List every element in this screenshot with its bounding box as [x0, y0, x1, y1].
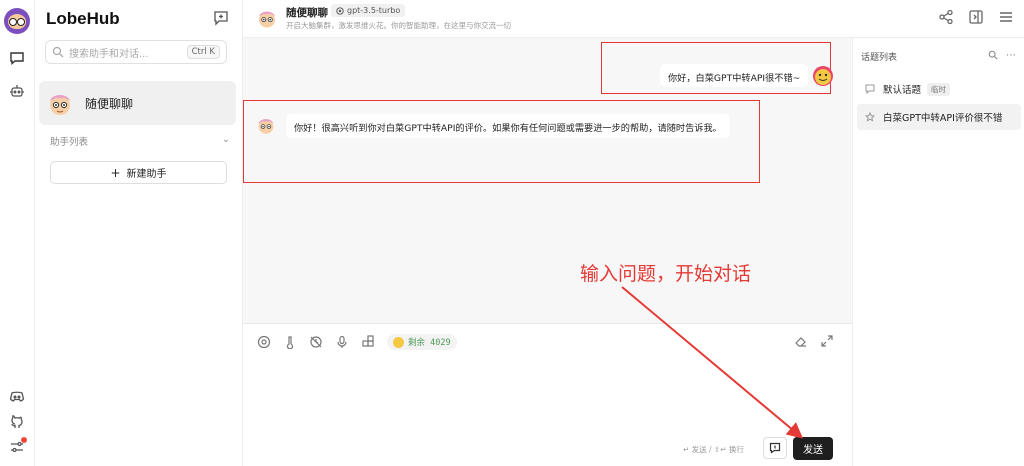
message-icon: [769, 442, 781, 454]
model-settings-icon[interactable]: [257, 335, 271, 349]
topics-title: 话题列表: [861, 53, 898, 63]
new-assistant-button[interactable]: + 新建助手: [50, 161, 227, 184]
menu-icon[interactable]: [998, 9, 1014, 25]
eraser-icon[interactable]: [794, 334, 808, 348]
github-icon[interactable]: [6, 411, 28, 433]
assistant-message-avatar-icon: [258, 119, 274, 134]
session-sidebar: LobeHub 搜索助手和对话... Ctrl K 随便聊聊 助手列表 ⌄ + …: [35, 0, 243, 466]
microphone-icon[interactable]: [335, 335, 349, 349]
star-icon[interactable]: [865, 112, 875, 122]
smile-icon: [393, 336, 404, 348]
input-toolbar: 剩余 4029: [257, 334, 457, 350]
topics-tools: ⋯: [988, 50, 1016, 63]
panel-toggle-icon[interactable]: [968, 9, 984, 25]
temporary-tag: 临时: [927, 82, 951, 96]
chat-description: 开启大脑集群，激发思维火花。你的智能助理，在这里与你交流一切: [286, 21, 511, 30]
search-icon[interactable]: [988, 50, 998, 63]
session-label: 随便聊聊: [85, 96, 134, 111]
highlight-ai-message: [243, 100, 760, 183]
send-button[interactable]: 发送: [793, 437, 833, 460]
topic-label: 白菜GPT中转API评价很不错: [883, 113, 1003, 124]
icon-rail: [0, 0, 35, 466]
header-actions: [938, 9, 1014, 25]
search-icon: [52, 46, 64, 58]
topics-panel: 话题列表 ⋯ 默认话题 临时 白菜GPT中转API评价很不错: [852, 38, 1024, 466]
assistant-list-header[interactable]: 助手列表 ⌄: [50, 134, 230, 148]
expand-icon[interactable]: [820, 334, 834, 348]
new-assistant-label: 新建助手: [126, 169, 167, 180]
input-right-tools: [794, 334, 834, 348]
search-placeholder: 搜索助手和对话...: [69, 48, 149, 60]
topic-item-default[interactable]: 默认话题 临时: [857, 76, 1021, 102]
search-shortcut: Ctrl K: [186, 45, 220, 59]
annotation-text: 输入问题，开始对话: [580, 263, 752, 285]
bot-icon[interactable]: [6, 80, 28, 102]
user-avatar-icon: [813, 66, 833, 86]
message-icon: [865, 84, 875, 94]
token-count: 剩余 4029: [408, 338, 451, 348]
topic-item-active[interactable]: 白菜GPT中转API评价很不错: [857, 104, 1021, 130]
plus-icon: +: [110, 165, 121, 180]
assistant-message: 你好！很高兴听到你对白菜GPT中转API的评价。如果你有任何问题或需要进一步的帮…: [286, 114, 730, 138]
plugins-icon[interactable]: [361, 335, 375, 349]
model-tag[interactable]: gpt-3.5-turbo: [331, 4, 406, 17]
topic-label: 默认话题: [883, 85, 922, 96]
model-name: gpt-3.5-turbo: [347, 6, 401, 15]
send-options-button[interactable]: [763, 437, 787, 459]
user-message: 你好，白菜GPT中转API很不错~: [660, 64, 809, 87]
assistant-avatar-icon: [259, 11, 275, 28]
brand-logo: LobeHub: [46, 9, 120, 28]
notification-dot: [21, 437, 27, 443]
discord-icon[interactable]: [6, 386, 28, 408]
new-chat-icon[interactable]: [213, 10, 229, 26]
history-off-icon[interactable]: [309, 335, 323, 349]
share-icon[interactable]: [938, 9, 954, 25]
chat-input-area: 剩余 4029 ↵ 发送 / ⇧↵ 换行 发送: [243, 323, 852, 466]
chevron-down-icon: ⌄: [222, 134, 230, 145]
chat-header: 随便聊聊 gpt-3.5-turbo 开启大脑集群，激发思维火花。你的智能助理，…: [243, 0, 1024, 38]
session-avatar-icon: [50, 95, 70, 115]
chat-title: 随便聊聊: [286, 7, 328, 19]
temperature-icon[interactable]: [283, 335, 297, 350]
send-hint: ↵ 发送 / ⇧↵ 换行: [683, 445, 744, 454]
chat-icon[interactable]: [6, 47, 28, 69]
session-item-active[interactable]: 随便聊聊: [39, 81, 236, 125]
user-avatar[interactable]: [4, 8, 30, 34]
openai-icon: [336, 6, 344, 15]
more-icon[interactable]: ⋯: [1006, 50, 1016, 63]
assistant-list-title: 助手列表: [50, 137, 89, 148]
chat-messages: 你好，白菜GPT中转API很不错~ 你好！很高兴听到你对白菜GPT中转API的评…: [243, 38, 852, 323]
search-input[interactable]: 搜索助手和对话... Ctrl K: [45, 40, 227, 64]
token-count-badge[interactable]: 剩余 4029: [387, 334, 457, 350]
